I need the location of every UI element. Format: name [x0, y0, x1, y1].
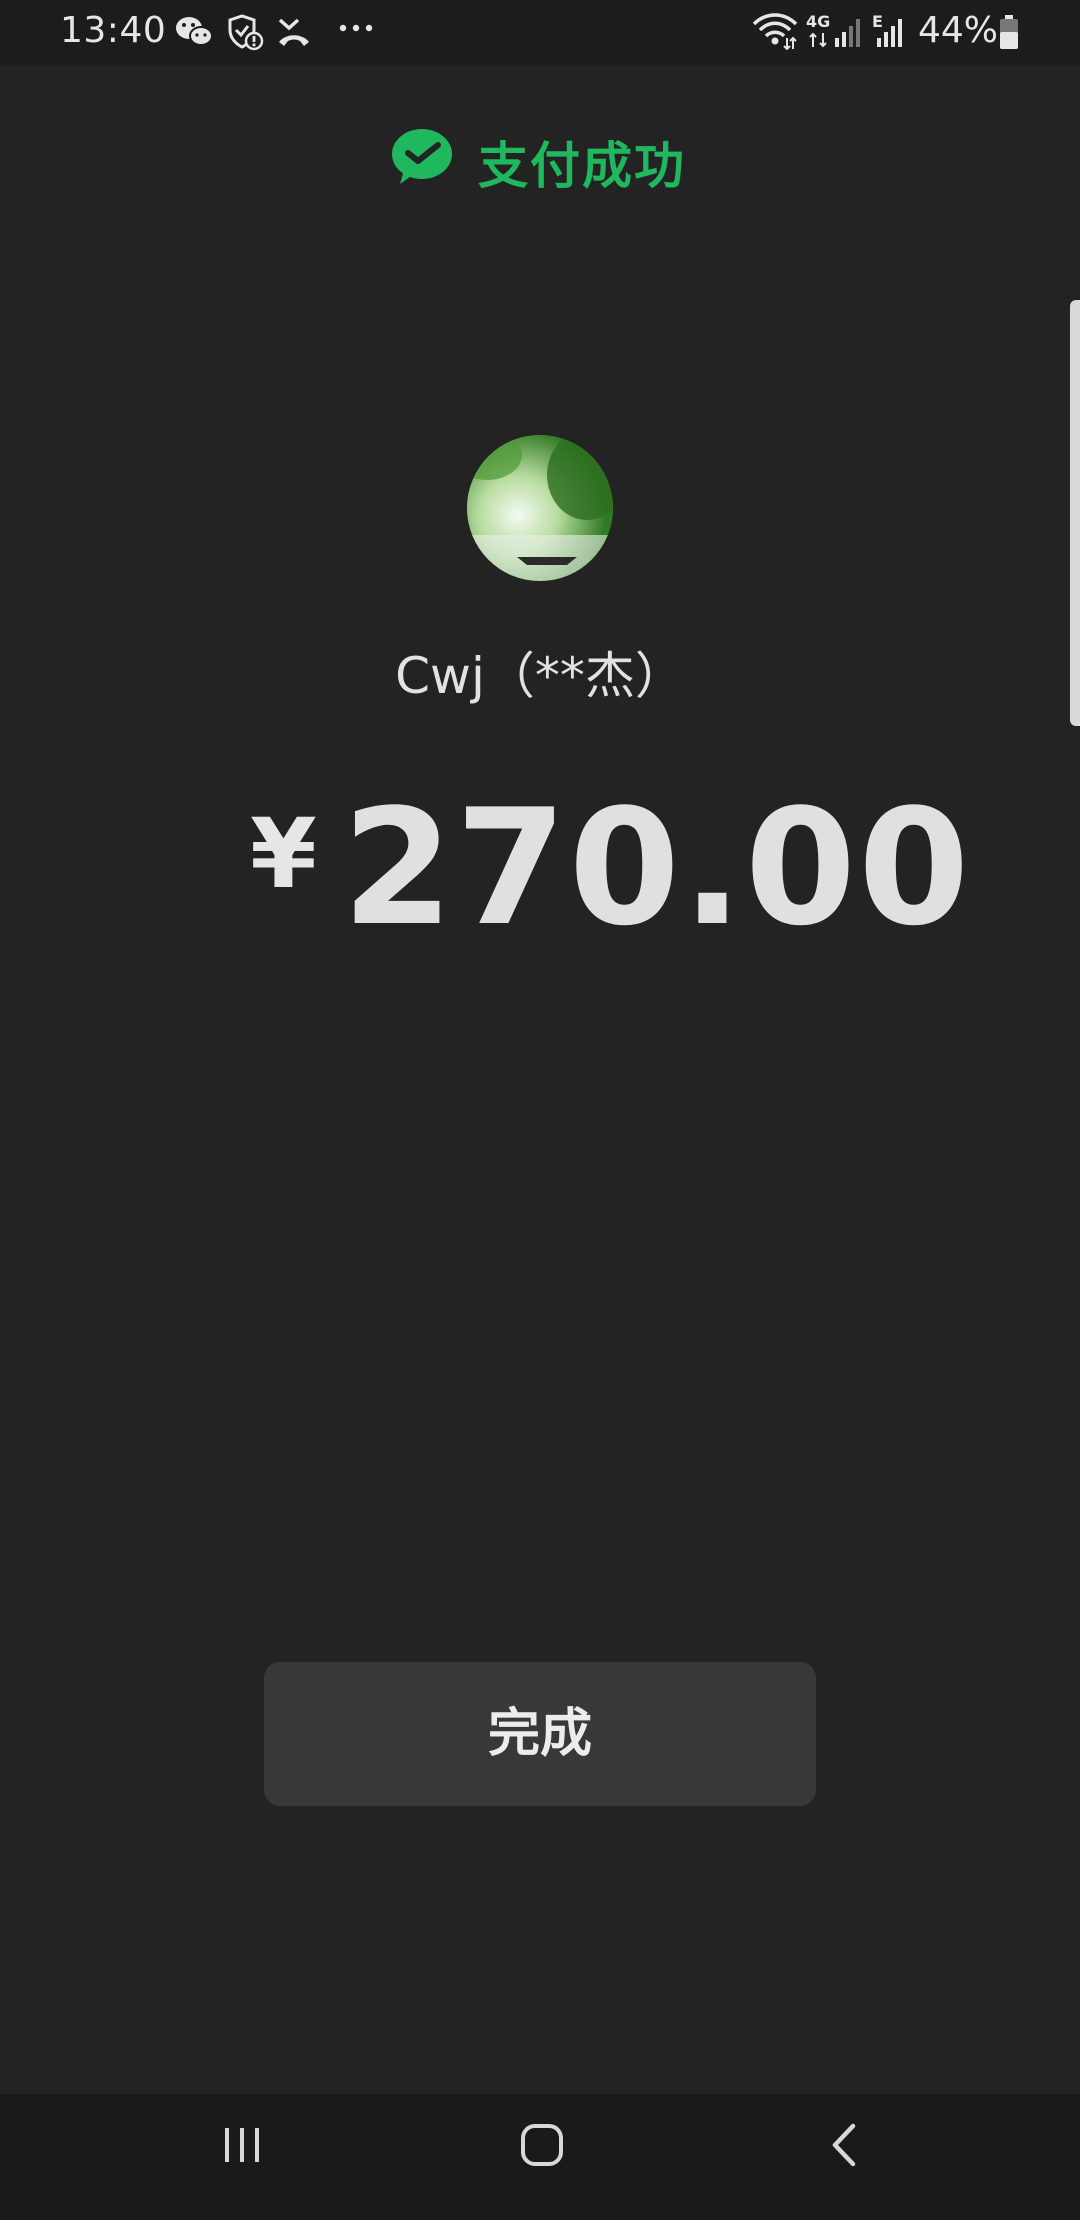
recents-icon: [225, 2128, 259, 2162]
done-button[interactable]: 完成: [264, 1662, 816, 1806]
more-dots-icon: [338, 22, 378, 34]
currency-symbol: ¥: [250, 798, 317, 910]
home-button[interactable]: [502, 2122, 582, 2192]
wechat-pay-icon: [390, 128, 454, 190]
wechat-icon: [174, 14, 214, 50]
payment-amount: 270.00: [342, 774, 972, 961]
network-4g-label: 4G: [806, 12, 831, 31]
status-bar: 13:40 4G E 44%: [0, 0, 1080, 66]
status-time: 13:40: [60, 10, 167, 51]
amount-row: ¥ 270.00: [0, 774, 1080, 961]
back-icon: [832, 2123, 856, 2167]
home-icon: [521, 2124, 563, 2166]
battery-percent: 44%: [918, 10, 999, 51]
data-arrows-icon: [808, 32, 830, 48]
navigation-bar: [0, 2094, 1080, 2220]
wifi-icon: [752, 12, 798, 50]
signal-icon: [834, 16, 864, 48]
battery-icon: [998, 14, 1020, 50]
avatar: [467, 435, 613, 581]
shield-icon: [226, 14, 264, 52]
recents-button[interactable]: [202, 2122, 282, 2192]
missed-call-icon: [276, 14, 312, 50]
header: 支付成功: [0, 120, 1080, 200]
payee-name: Cwj（**杰）: [395, 647, 685, 705]
payment-success-screen: 13:40 4G E 44% 支付成功 Cwj（**杰） ¥ 270.00 完成: [0, 0, 1080, 2220]
signal-icon-2: [876, 16, 906, 48]
back-button[interactable]: [806, 2122, 886, 2192]
page-title: 支付成功: [478, 137, 686, 195]
